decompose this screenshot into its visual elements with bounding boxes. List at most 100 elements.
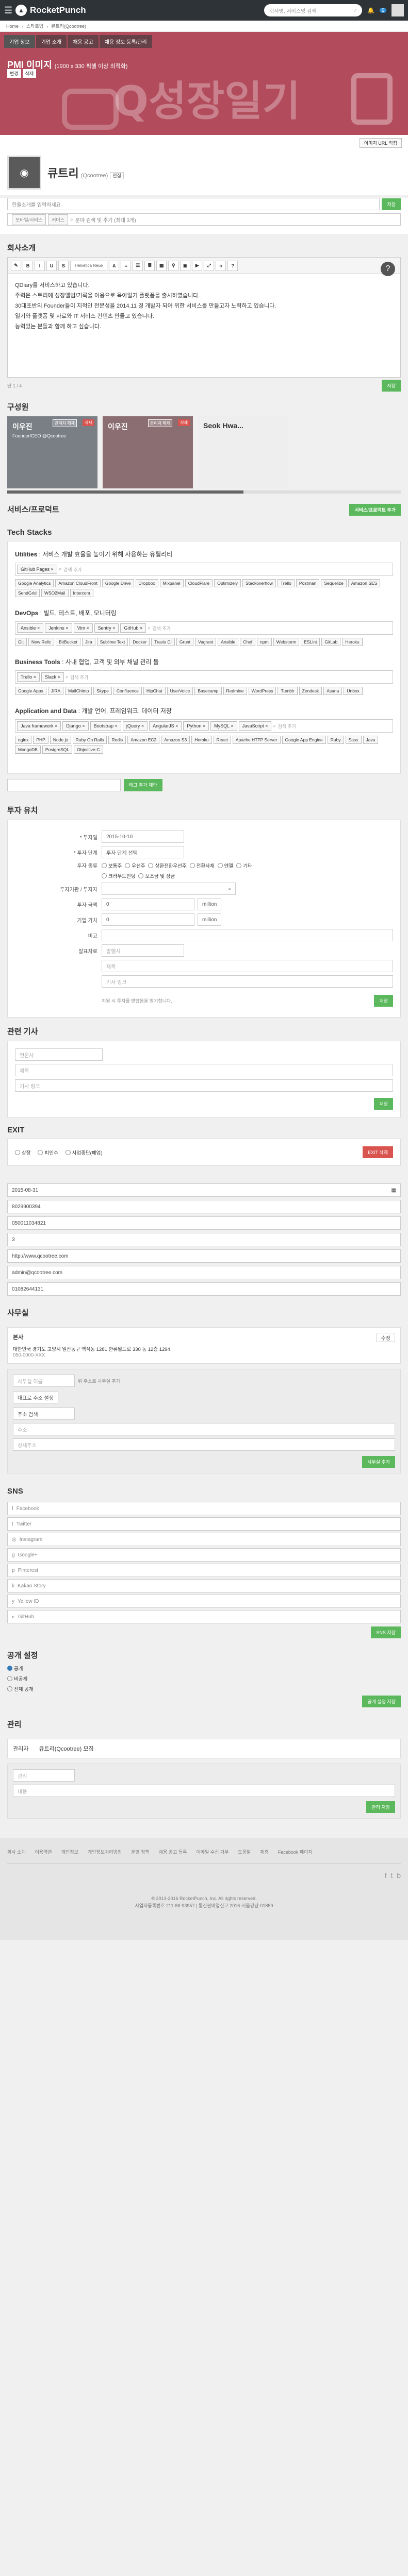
footer-link[interactable]: 개인정보 bbox=[61, 1849, 78, 1855]
news-link-input[interactable]: 기사 링크 bbox=[15, 1079, 393, 1092]
selected-tech-chip[interactable]: Bootstrap × bbox=[90, 721, 121, 731]
footer-link[interactable]: 이용약관 bbox=[35, 1849, 52, 1855]
type-grant[interactable]: 보조금 및 상금 bbox=[138, 872, 175, 879]
cover-url-button[interactable]: 이미지 URL 직접 bbox=[359, 138, 402, 148]
type-etc[interactable]: 기타 bbox=[236, 862, 252, 869]
code-icon[interactable]: ‹› bbox=[216, 260, 226, 271]
tech-option-chip[interactable]: Tumblr bbox=[278, 687, 298, 695]
tech-option-chip[interactable]: Dropbox bbox=[135, 579, 158, 587]
align-icon[interactable]: ≣ bbox=[144, 260, 155, 271]
tech-option-chip[interactable]: JIRA bbox=[47, 687, 64, 695]
main-office-check[interactable]: 대표로 주소 설정 bbox=[13, 1391, 58, 1403]
press-input[interactable]: 발행시 bbox=[102, 944, 184, 957]
tech-option-chip[interactable]: Ruby bbox=[327, 736, 344, 744]
tech-option-chip[interactable]: Jira bbox=[82, 638, 95, 646]
tech-option-chip[interactable]: Node.js bbox=[50, 736, 71, 744]
user-avatar[interactable] bbox=[391, 4, 404, 16]
selected-tech-chip[interactable]: Ansible × bbox=[17, 623, 44, 633]
image-icon[interactable]: ▣ bbox=[180, 260, 191, 271]
homepage-field[interactable]: http://www.qcootree.com bbox=[7, 1249, 401, 1263]
footer-link[interactable]: 이메일 수신 거부 bbox=[196, 1849, 229, 1855]
tech-option-chip[interactable]: Webstorm bbox=[273, 638, 300, 646]
tech-option-chip[interactable]: WordPress bbox=[248, 687, 276, 695]
tech-option-chip[interactable]: Redmine bbox=[223, 687, 247, 695]
tech-option-chip[interactable]: GitLab bbox=[321, 638, 341, 646]
tech-option-chip[interactable]: Amazon CloudFront bbox=[55, 579, 101, 587]
tech-option-chip[interactable]: Amazon EC2 bbox=[127, 736, 160, 744]
category-chip[interactable]: 커머스 bbox=[48, 214, 69, 225]
text-color-icon[interactable]: A bbox=[109, 260, 120, 271]
tech-option-chip[interactable]: Apache HTTP Server bbox=[232, 736, 281, 744]
member-delete-button[interactable]: 삭제 bbox=[83, 419, 94, 426]
tech-tag-select[interactable]: GitHub Pages × ⌕ 검색 추가 bbox=[15, 563, 393, 576]
tech-option-chip[interactable]: Google Drive bbox=[102, 579, 134, 587]
new-tag-input[interactable] bbox=[7, 779, 121, 791]
exit-acquired-radio[interactable]: 피인수 bbox=[38, 1149, 58, 1156]
sns-kakaostory-input[interactable]: k Kakao Story bbox=[7, 1579, 401, 1592]
tech-option-chip[interactable]: Docker bbox=[129, 638, 150, 646]
member-delete-button[interactable]: 삭제 bbox=[178, 419, 190, 426]
type-preferred[interactable]: 우선주 bbox=[125, 862, 145, 869]
footer-link[interactable]: 개인정보처리방침 bbox=[88, 1849, 122, 1855]
tech-option-chip[interactable]: Postman bbox=[296, 579, 320, 587]
admin-toggle-button[interactable]: 관리자 해제 bbox=[148, 419, 172, 427]
selected-tech-chip[interactable]: MySQL × bbox=[210, 721, 237, 731]
tech-option-chip[interactable]: UserVoice bbox=[167, 687, 193, 695]
blog-icon[interactable]: b bbox=[397, 1871, 401, 1879]
tech-option-chip[interactable]: Grunt bbox=[176, 638, 194, 646]
link-icon[interactable]: ⚲ bbox=[168, 260, 179, 271]
tech-option-chip[interactable]: BitBucket bbox=[56, 638, 81, 646]
selected-tech-chip[interactable]: Python × bbox=[183, 721, 209, 731]
tech-option-chip[interactable]: Chef bbox=[240, 638, 256, 646]
business-number-field[interactable]: 8029900394 bbox=[7, 1200, 401, 1213]
email-field[interactable]: admin@qcootree.com bbox=[7, 1266, 401, 1279]
tech-option-chip[interactable]: React bbox=[213, 736, 231, 744]
category-chip[interactable]: 모바일/서비스 bbox=[12, 214, 46, 225]
invest-stage-select[interactable]: 투자 단계 선택 bbox=[102, 846, 184, 858]
tech-option-chip[interactable]: ESLint bbox=[301, 638, 320, 646]
breadcrumb-startup[interactable]: 스타트업 bbox=[26, 23, 43, 29]
phone-field[interactable]: 050011034821 bbox=[7, 1216, 401, 1230]
office-edit-button[interactable]: 수정 bbox=[376, 1333, 395, 1342]
member-card[interactable]: 이우진 Founder/CEO @Qcootree 관리자 해제 삭제 bbox=[7, 416, 97, 488]
tech-option-chip[interactable]: Git bbox=[15, 638, 27, 646]
address-input[interactable]: 주소 bbox=[13, 1423, 395, 1435]
admin-toggle-button[interactable]: 관리자 해제 bbox=[52, 419, 77, 427]
office-add-button[interactable]: 사무실 추가 bbox=[362, 1456, 395, 1468]
selected-tech-chip[interactable]: JavaScript × bbox=[238, 721, 272, 731]
amount-unit-select[interactable]: million bbox=[198, 898, 222, 910]
tech-option-chip[interactable]: Basecamp bbox=[194, 687, 222, 695]
cover-delete-button[interactable]: 삭제 bbox=[22, 69, 37, 78]
selected-tech-chip[interactable]: GitHub Pages × bbox=[17, 565, 57, 574]
suggest-tag-button[interactable]: 태그 추가 제안 bbox=[124, 779, 162, 791]
tech-option-chip[interactable]: MailChimp bbox=[65, 687, 92, 695]
search-input[interactable]: 회사명, 서비스명 검색 ⌕ bbox=[264, 4, 363, 16]
list-ol-icon[interactable]: ☰ bbox=[133, 260, 143, 271]
address-detail-input[interactable]: 상세주소 bbox=[13, 1438, 395, 1451]
visibility-all-radio[interactable]: 전체 공개 bbox=[7, 1685, 401, 1692]
footer-link[interactable]: 제휴 bbox=[260, 1849, 269, 1855]
tech-option-chip[interactable]: Objective-C bbox=[74, 745, 103, 754]
founded-date-field[interactable]: 2015-08-31 ▦ bbox=[7, 1183, 401, 1197]
sns-twitter-input[interactable]: t Twitter bbox=[7, 1517, 401, 1531]
tech-option-chip[interactable]: npm bbox=[257, 638, 272, 646]
investor-input[interactable]: ⌕ bbox=[102, 883, 236, 895]
employees-field[interactable]: 3 bbox=[7, 1233, 401, 1246]
tech-option-chip[interactable]: Unbox bbox=[344, 687, 363, 695]
exit-closed-radio[interactable]: 사업중단(폐업) bbox=[65, 1149, 103, 1156]
tech-option-chip[interactable]: Asana bbox=[323, 687, 342, 695]
bell-icon[interactable]: 🔔 bbox=[367, 7, 374, 14]
search-icon[interactable]: ⌕ bbox=[354, 8, 357, 13]
tech-option-chip[interactable]: Java bbox=[363, 736, 379, 744]
article-link-input[interactable]: 기사 링크 bbox=[102, 975, 393, 988]
twitter-icon[interactable]: t bbox=[391, 1871, 393, 1879]
tech-option-chip[interactable]: Sequelize bbox=[321, 579, 347, 587]
tech-option-chip[interactable]: Optimizely bbox=[214, 579, 241, 587]
tech-option-chip[interactable]: Google Analytics bbox=[15, 579, 54, 587]
sns-instagram-input[interactable]: ◎ Instagram bbox=[7, 1533, 401, 1546]
tech-option-chip[interactable]: Heroku bbox=[191, 736, 212, 744]
visibility-public-radio[interactable]: 공개 bbox=[7, 1665, 401, 1672]
category-select[interactable]: 모바일/서비스 커머스 ⌕ 분야 검색 및 추가 (최대 3개) bbox=[7, 213, 401, 226]
tab-jobs[interactable]: 채용 공고 bbox=[68, 35, 99, 48]
memo-input[interactable] bbox=[102, 929, 393, 941]
